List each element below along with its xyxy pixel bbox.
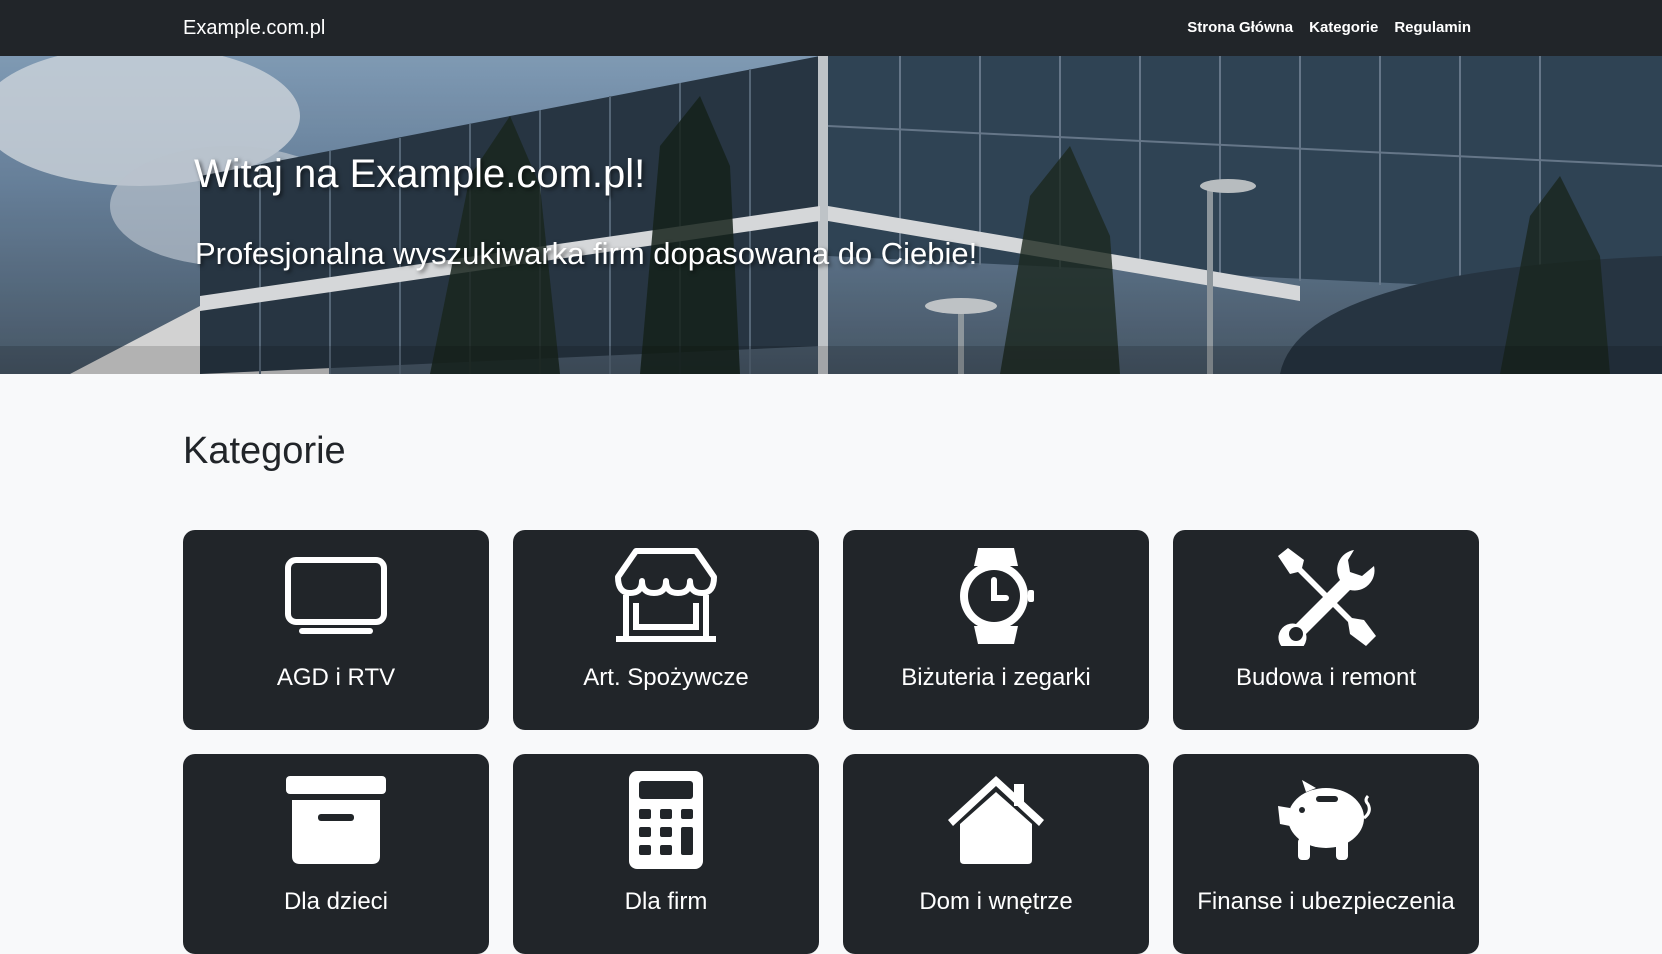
- category-label: Finanse i ubezpieczenia: [1197, 888, 1455, 915]
- category-card-budowa[interactable]: Budowa i remont: [1173, 530, 1479, 730]
- watch-icon: [941, 544, 1051, 648]
- hero-subtitle: Profesjonalna wyszukiwarka firm dopasowa…: [195, 236, 978, 271]
- hero-banner: Witaj na Example.com.pl! Profesjonalna w…: [0, 56, 1662, 374]
- category-label: Biżuteria i zegarki: [901, 664, 1091, 691]
- brand-link[interactable]: Example.com.pl: [183, 17, 325, 40]
- category-card-finanse[interactable]: Finanse i ubezpieczenia: [1173, 754, 1479, 954]
- category-card-bizuteria[interactable]: Biżuteria i zegarki: [843, 530, 1149, 730]
- hero-title: Witaj na Example.com.pl!: [194, 152, 646, 196]
- house-icon: [941, 768, 1051, 872]
- hero-overlay: [0, 56, 1662, 374]
- category-card-dla-firm[interactable]: Dla firm: [513, 754, 819, 954]
- category-label: Art. Spożywcze: [583, 664, 749, 691]
- category-label: Dla firm: [624, 888, 708, 915]
- piggy-bank-icon: [1271, 768, 1381, 872]
- shop-icon: [611, 544, 721, 648]
- tools-icon: [1271, 544, 1381, 648]
- calculator-icon: [611, 768, 721, 872]
- category-label: Dla dzieci: [283, 888, 389, 915]
- category-label: Budowa i remont: [1235, 664, 1417, 691]
- category-card-dom[interactable]: Dom i wnętrze: [843, 754, 1149, 954]
- categories-heading: Kategorie: [183, 430, 346, 472]
- category-label: AGD i RTV: [276, 664, 396, 691]
- category-card-agd-rtv[interactable]: AGD i RTV: [183, 530, 489, 730]
- archive-box-icon: [281, 768, 391, 872]
- category-card-dla-dzieci[interactable]: Dla dzieci: [183, 754, 489, 954]
- tv-icon: [281, 544, 391, 648]
- nav-link-categories[interactable]: Kategorie: [1309, 19, 1378, 36]
- nav-link-home[interactable]: Strona Główna: [1187, 19, 1293, 36]
- category-grid: AGD i RTV Art. Spożywcze Biżuteria i zeg…: [183, 530, 1480, 954]
- category-card-art-spozywcze[interactable]: Art. Spożywcze: [513, 530, 819, 730]
- nav-link-terms[interactable]: Regulamin: [1394, 19, 1471, 36]
- nav-links: Strona Główna Kategorie Regulamin: [1187, 19, 1471, 36]
- navbar: Example.com.pl Strona Główna Kategorie R…: [0, 0, 1662, 56]
- category-label: Dom i wnętrze: [919, 888, 1073, 915]
